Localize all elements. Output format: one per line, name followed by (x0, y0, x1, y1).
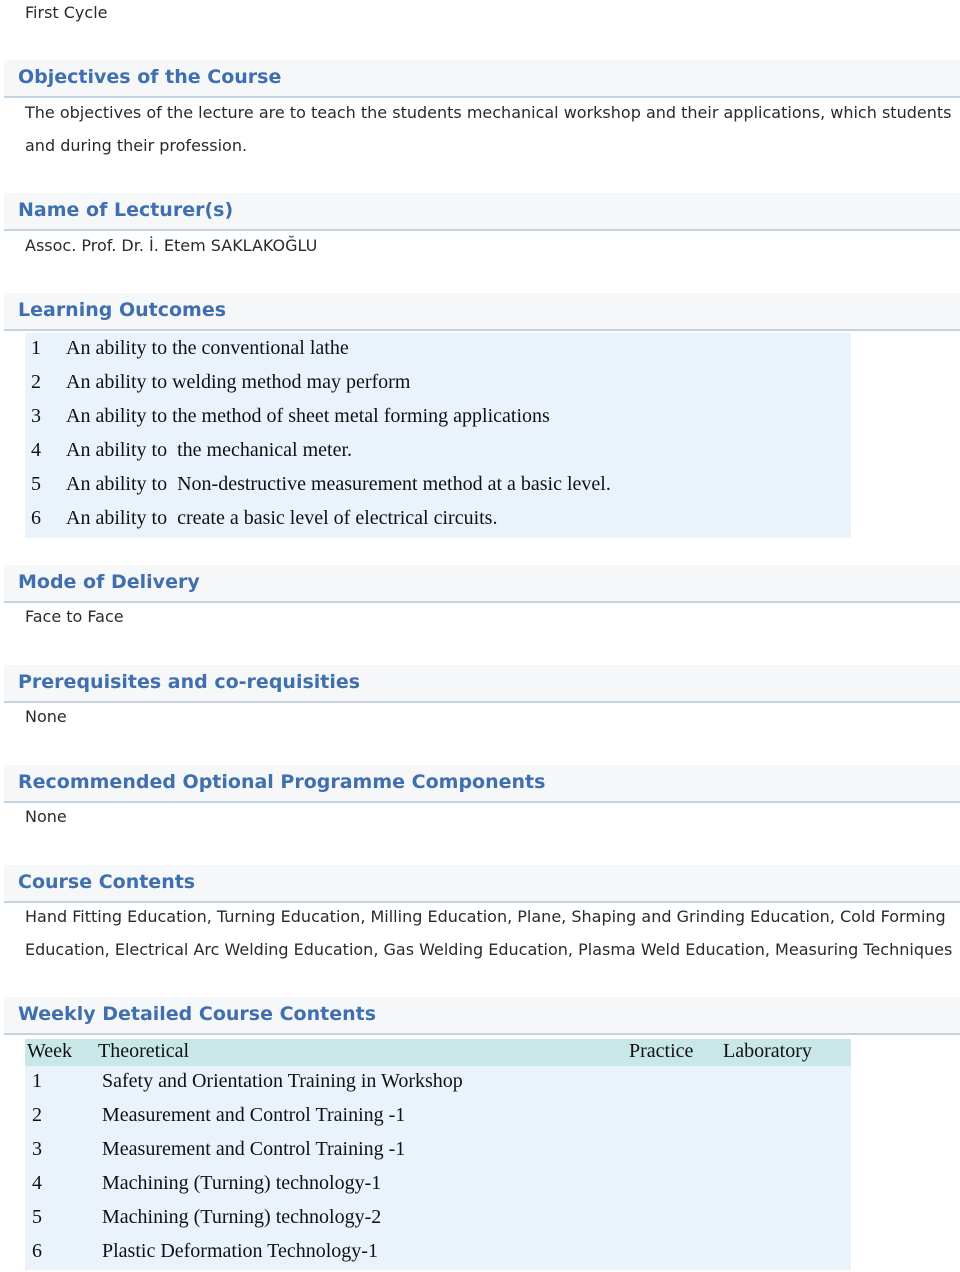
outcome-number: 1 (31, 337, 41, 359)
week-theoretical: Measurement and Control Training -1 (102, 1104, 406, 1126)
week-theoretical: Machining (Turning) technology-2 (102, 1206, 382, 1228)
table-row: 6 Plastic Deformation Technology-1 (25, 1236, 851, 1270)
cycle-text: First Cycle (25, 3, 108, 22)
section-heading-recommended-components: Recommended Optional Programme Component… (4, 765, 960, 803)
week-number: 3 (32, 1138, 42, 1160)
section-title: Prerequisites and co-requisities (18, 671, 361, 693)
section-title: Mode of Delivery (18, 571, 200, 593)
week-theoretical: Safety and Orientation Training in Works… (102, 1070, 463, 1092)
table-row: 5 Machining (Turning) technology-2 (25, 1202, 851, 1236)
outcome-row: 6 An ability to create a basic level of … (25, 503, 851, 537)
section-title: Course Contents (18, 871, 196, 893)
week-number: 1 (32, 1070, 42, 1092)
section-heading-lecturers: Name of Lecturer(s) (4, 193, 960, 231)
outcome-text: An ability to the mechanical meter. (66, 439, 353, 461)
outcome-row: 5 An ability to Non-destructive measurem… (25, 469, 851, 503)
week-number: 5 (32, 1206, 42, 1228)
section-title: Learning Outcomes (18, 299, 227, 321)
table-row: 1 Safety and Orientation Training in Wor… (25, 1066, 851, 1100)
section-title: Recommended Optional Programme Component… (18, 771, 546, 793)
outcome-text: An ability to create a basic level of el… (66, 507, 498, 529)
outcome-row: 3 An ability to the method of sheet meta… (25, 401, 851, 435)
objectives-line-2: and during their profession. (25, 136, 248, 155)
section-title: Name of Lecturer(s) (18, 199, 234, 221)
outcome-number: 5 (31, 473, 41, 495)
table-row: 4 Machining (Turning) technology-1 (25, 1168, 851, 1202)
table-row: 3 Measurement and Control Training -1 (25, 1134, 851, 1168)
column-header-week: Week (27, 1040, 73, 1062)
learning-outcomes-table: 1 An ability to the conventional lathe 2… (25, 333, 851, 538)
outcome-number: 2 (31, 371, 41, 393)
week-number: 4 (32, 1172, 42, 1194)
outcome-number: 4 (31, 439, 41, 461)
section-title: Weekly Detailed Course Contents (18, 1003, 377, 1025)
outcome-row: 4 An ability to the mechanical meter. (25, 435, 851, 469)
outcome-number: 3 (31, 405, 41, 427)
week-theoretical: Measurement and Control Training -1 (102, 1138, 406, 1160)
outcome-text: An ability to the conventional lathe (66, 337, 349, 359)
outcome-number: 6 (31, 507, 41, 529)
section-heading-mode-of-delivery: Mode of Delivery (4, 565, 960, 603)
objectives-line-1: The objectives of the lecture are to tea… (25, 103, 952, 122)
section-heading-course-contents: Course Contents (4, 865, 960, 903)
course-contents-line-2: Education, Electrical Arc Welding Educat… (25, 940, 953, 959)
section-heading-objectives: Objectives of the Course (4, 60, 960, 98)
column-header-practice: Practice (629, 1040, 694, 1062)
mode-of-delivery-value: Face to Face (25, 607, 124, 626)
lecturer-name: Assoc. Prof. Dr. İ. Etem SAKLAKOĞLU (25, 236, 318, 255)
outcome-text: An ability to welding method may perform (66, 371, 411, 393)
outcome-text: An ability to Non-destructive measuremen… (66, 473, 611, 495)
section-heading-learning-outcomes: Learning Outcomes (4, 293, 960, 331)
section-title: Objectives of the Course (18, 66, 282, 88)
week-theoretical: Machining (Turning) technology-1 (102, 1172, 382, 1194)
week-theoretical: Plastic Deformation Technology-1 (102, 1240, 378, 1262)
section-heading-prerequisites: Prerequisites and co-requisities (4, 665, 960, 703)
outcome-row: 2 An ability to welding method may perfo… (25, 367, 851, 401)
weekly-table-header: Week Theoretical Practice Laboratory (25, 1039, 851, 1066)
column-header-theoretical: Theoretical (98, 1040, 190, 1062)
recommended-components-value: None (25, 807, 67, 826)
prerequisites-value: None (25, 707, 67, 726)
outcome-row: 1 An ability to the conventional lathe (25, 333, 851, 367)
course-contents-line-1: Hand Fitting Education, Turning Educatio… (25, 907, 946, 926)
outcome-text: An ability to the method of sheet metal … (66, 405, 550, 427)
weekly-contents-table: Week Theoretical Practice Laboratory 1 S… (25, 1039, 851, 1270)
week-number: 2 (32, 1104, 42, 1126)
week-number: 6 (32, 1240, 42, 1262)
table-row: 2 Measurement and Control Training -1 (25, 1100, 851, 1134)
column-header-laboratory: Laboratory (723, 1040, 812, 1062)
section-heading-weekly-contents: Weekly Detailed Course Contents (4, 997, 960, 1035)
